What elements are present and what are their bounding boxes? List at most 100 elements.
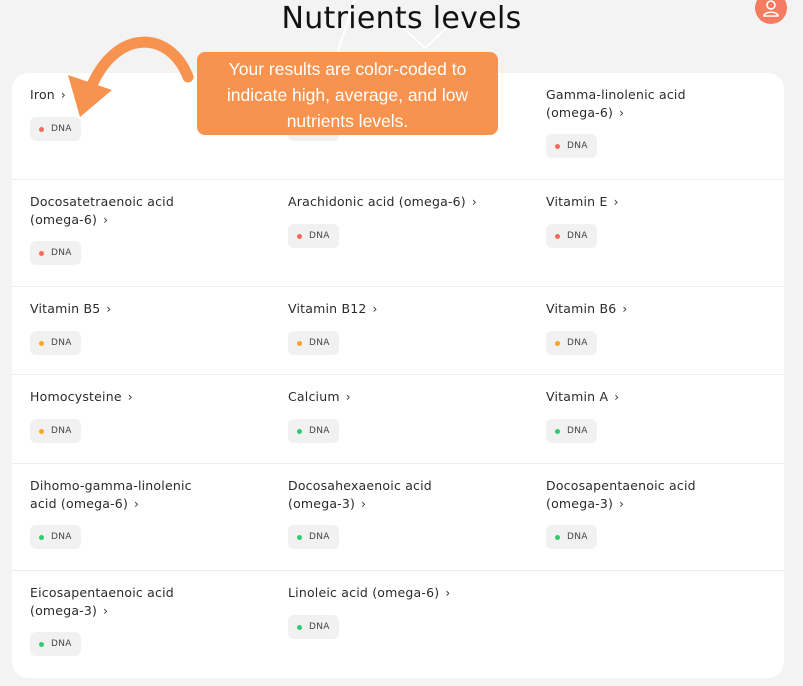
level-dot	[555, 428, 560, 434]
nutrient-label: Homocysteine	[30, 389, 122, 404]
nutrient-label: Vitamin A	[546, 389, 609, 404]
chevron-right-icon: ›	[619, 106, 625, 120]
nutrient-name: Calcium ›	[288, 388, 528, 406]
nutrients-card: Iron › DNA DNA Gamma-linolenic acid (omega-6…	[12, 73, 784, 678]
nutrient-item[interactable]: Calcium › DNA	[288, 375, 538, 464]
nutrient-item[interactable]: Docosapentaenoic acid (omega-3) › DNA	[546, 464, 796, 571]
nutrient-name: Vitamin A ›	[546, 388, 786, 406]
level-dot	[297, 624, 302, 630]
nutrient-item[interactable]: Vitamin B6 › DNA	[546, 287, 796, 375]
nutrient-name: Arachidonic acid (omega-6) ›	[288, 193, 528, 211]
color-coding-tooltip: Your results are color-coded to indicate…	[197, 52, 498, 135]
nutrient-item[interactable]: Docosatetraenoic acid (omega-6) › DNA	[30, 180, 280, 287]
badge-label: DNA	[51, 338, 72, 348]
badge-label: DNA	[51, 639, 72, 649]
nutrient-row: Homocysteine › DNA Calcium › DNA Vitamin A › DNA	[12, 375, 784, 464]
nutrient-label: Linoleic acid (omega-6)	[288, 585, 440, 600]
badge-label: DNA	[51, 426, 72, 436]
level-dot	[39, 340, 44, 346]
source-badge: DNA	[546, 525, 597, 549]
nutrient-item[interactable]: Eicosapentaenoic acid (omega-3) › DNA	[30, 571, 280, 678]
badge-label: DNA	[51, 248, 72, 258]
nutrient-label: Iron	[30, 87, 55, 102]
nutrient-label: Docosatetraenoic acid (omega-6)	[30, 194, 174, 227]
nutrient-item[interactable]: Linoleic acid (omega-6) › DNA	[288, 571, 538, 678]
source-badge: DNA	[546, 224, 597, 248]
nutrient-name: Vitamin B6 ›	[546, 300, 786, 318]
chevron-right-icon: ›	[361, 497, 367, 511]
source-badge: DNA	[546, 134, 597, 158]
source-badge: DNA	[30, 331, 81, 355]
nutrient-label: Gamma-linolenic acid (omega-6)	[546, 87, 686, 120]
chevron-right-icon: ›	[106, 302, 112, 316]
chevron-right-icon: ›	[619, 497, 625, 511]
nutrient-item[interactable]: Gamma-linolenic acid (omega-6) › DNA	[546, 73, 796, 180]
nutrient-row: Docosatetraenoic acid (omega-6) › DNA Arach…	[12, 180, 784, 287]
nutrient-item[interactable]: Vitamin A › DNA	[546, 375, 796, 464]
badge-label: DNA	[567, 338, 588, 348]
chevron-right-icon: ›	[134, 497, 140, 511]
nutrient-row: Dihomo-gamma-linolenic acid (omega-6) › DN…	[12, 464, 784, 571]
source-badge: DNA	[30, 632, 81, 656]
level-dot	[297, 340, 302, 346]
badge-label: DNA	[309, 622, 330, 632]
nutrient-label: Calcium	[288, 389, 340, 404]
nutrient-item[interactable]: Dihomo-gamma-linolenic acid (omega-6) › DN…	[30, 464, 280, 571]
nutrient-item[interactable]: Vitamin B5 › DNA	[30, 287, 280, 375]
source-badge: DNA	[288, 615, 339, 639]
badge-label: DNA	[309, 532, 330, 542]
badge-label: DNA	[567, 231, 588, 241]
nutrient-label: Vitamin B12	[288, 301, 367, 316]
nutrient-item[interactable]: Docosahexaenoic acid (omega-3) › DNA	[288, 464, 538, 571]
source-badge: DNA	[30, 419, 81, 443]
level-dot	[297, 233, 302, 239]
level-dot	[39, 428, 44, 434]
nutrient-item[interactable]: Vitamin B12 › DNA	[288, 287, 538, 375]
chevron-right-icon: ›	[345, 390, 351, 404]
badge-label: DNA	[51, 532, 72, 542]
source-badge: DNA	[30, 241, 81, 265]
source-badge: DNA	[288, 224, 339, 248]
level-dot	[39, 534, 44, 540]
nutrient-name: Homocysteine ›	[30, 388, 270, 406]
level-dot	[297, 534, 302, 540]
badge-label: DNA	[309, 231, 330, 241]
source-badge: DNA	[288, 419, 339, 443]
level-dot	[555, 143, 560, 149]
nutrient-name: Vitamin B5 ›	[30, 300, 270, 318]
chevron-right-icon: ›	[103, 213, 109, 227]
tooltip-line-3: nutrients levels.	[286, 111, 409, 131]
chevron-right-icon: ›	[622, 302, 628, 316]
nutrient-name: Docosapentaenoic acid (omega-3) ›	[546, 477, 786, 513]
chevron-right-icon: ›	[614, 390, 620, 404]
nutrient-label: Vitamin B5	[30, 301, 101, 316]
source-badge: DNA	[546, 419, 597, 443]
nutrient-item[interactable]: Arachidonic acid (omega-6) › DNA	[288, 180, 538, 287]
nutrient-label: Eicosapentaenoic acid (omega-3)	[30, 585, 174, 618]
source-badge: DNA	[546, 331, 597, 355]
nutrient-label: Docosahexaenoic acid (omega-3)	[288, 478, 432, 511]
nutrient-row: Eicosapentaenoic acid (omega-3) › DNA Linol…	[12, 571, 784, 678]
nutrient-label: Vitamin E	[546, 194, 608, 209]
nutrient-item[interactable]: Homocysteine › DNA	[30, 375, 280, 464]
nutrient-name: Vitamin E ›	[546, 193, 786, 211]
nutrient-name: Linoleic acid (omega-6) ›	[288, 584, 528, 602]
nutrient-name: Eicosapentaenoic acid (omega-3) ›	[30, 584, 270, 620]
source-badge: DNA	[288, 525, 339, 549]
level-dot	[297, 428, 302, 434]
nutrient-label: Vitamin B6	[546, 301, 617, 316]
page-title: Nutrients levels	[281, 1, 522, 36]
tooltip-line-2: indicate high, average, and low	[226, 85, 469, 105]
nutrient-name: Docosahexaenoic acid (omega-3) ›	[288, 477, 528, 513]
source-badge: DNA	[288, 331, 339, 355]
level-dot	[39, 126, 44, 132]
chevron-right-icon: ›	[445, 586, 451, 600]
nutrient-name: Vitamin B12 ›	[288, 300, 528, 318]
nutrient-label: Arachidonic acid (omega-6)	[288, 194, 466, 209]
badge-label: DNA	[567, 426, 588, 436]
chevron-right-icon: ›	[471, 195, 477, 209]
nutrient-label: Dihomo-gamma-linolenic acid (omega-6)	[30, 478, 192, 511]
curved-arrow-icon	[68, 36, 194, 117]
nutrient-item[interactable]: Vitamin E › DNA	[546, 180, 796, 287]
source-badge: DNA	[30, 525, 81, 549]
